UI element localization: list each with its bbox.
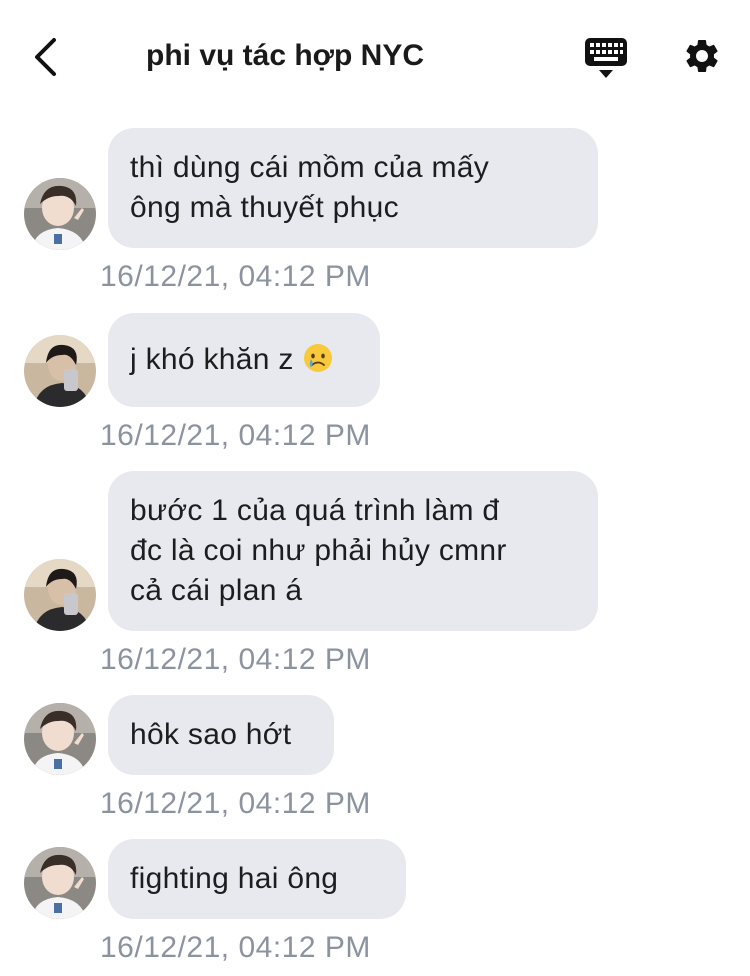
message-text-line: bước 1 của quá trình làm đ xyxy=(130,494,500,527)
chat-header: phi vụ tác hợp NYC xyxy=(0,0,750,112)
message-text-line: j khó khăn z xyxy=(130,340,358,380)
avatar[interactable] xyxy=(24,559,96,631)
message-timestamp: 16/12/21, 04:12 PM xyxy=(100,419,371,452)
message-text-line: thì dùng cái mồm của mấy xyxy=(130,151,490,184)
avatar[interactable] xyxy=(24,703,96,775)
gear-icon xyxy=(686,39,718,72)
message-text-line: fighting hai ông xyxy=(130,862,339,895)
settings-button[interactable] xyxy=(682,36,722,76)
message-timestamp: 16/12/21, 04:12 PM xyxy=(100,260,371,293)
chat-title: phi vụ tác hợp NYC xyxy=(146,39,425,72)
crying-face-emoji xyxy=(304,344,333,372)
message-bubble[interactable]: fighting hai ông xyxy=(108,839,406,919)
message-timestamp: 16/12/21, 04:12 PM xyxy=(100,931,371,964)
message-bubble[interactable]: bước 1 của quá trình làm đ đc là coi như… xyxy=(108,471,598,631)
message-text-line: đc là coi như phải hủy cmnr xyxy=(130,534,507,567)
message-text-line: hôk sao hớt xyxy=(130,718,292,751)
avatar[interactable] xyxy=(24,335,96,407)
message-bubble[interactable]: hôk sao hớt xyxy=(108,695,334,775)
message-text-line: cả cái plan á xyxy=(130,574,303,607)
message-text-line: ông mà thuyết phục xyxy=(130,191,399,224)
message-bubble[interactable]: j khó khăn z xyxy=(108,313,380,407)
message-text: j khó khăn z xyxy=(130,343,294,376)
avatar[interactable] xyxy=(24,847,96,919)
message-timestamp: 16/12/21, 04:12 PM xyxy=(100,787,371,820)
message-bubble[interactable]: thì dùng cái mồm của mấy ông mà thuyết p… xyxy=(108,128,598,248)
keyboard-icon xyxy=(585,38,627,78)
chevron-left-icon xyxy=(35,38,56,76)
back-button[interactable] xyxy=(28,34,68,80)
avatar[interactable] xyxy=(24,178,96,250)
keyboard-button[interactable] xyxy=(584,36,628,80)
message-timestamp: 16/12/21, 04:12 PM xyxy=(100,643,371,676)
